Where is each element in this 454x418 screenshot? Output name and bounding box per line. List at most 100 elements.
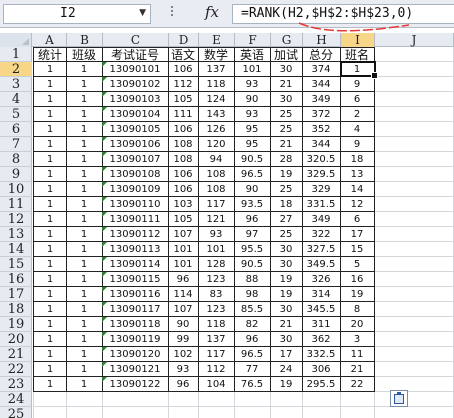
table-cell[interactable]: 362 [302, 332, 341, 347]
table-cell[interactable]: 24 [270, 362, 303, 377]
header-cell[interactable]: 语文 [168, 47, 199, 62]
table-cell[interactable]: 352 [302, 122, 341, 137]
worksheet-grid[interactable]: 统计 班级 考试证号 语文 数学 英语 加试 总分 班名 1 1 13090101 106 137 101 3… [33, 47, 454, 418]
chevron-down-icon[interactable]: ▼ [139, 8, 146, 18]
table-cell[interactable]: 106 [168, 62, 199, 77]
table-cell[interactable]: 13090118 [102, 317, 169, 332]
table-cell[interactable]: 90 [234, 182, 271, 197]
column-header-i[interactable]: I [341, 33, 375, 47]
table-cell[interactable]: 19 [270, 287, 303, 302]
table-cell[interactable]: 21 [270, 77, 303, 92]
table-cell[interactable]: 95 [234, 137, 271, 152]
row-header-13[interactable]: 13 [0, 227, 32, 242]
table-cell[interactable]: 1 [33, 242, 67, 257]
table-cell[interactable]: 111 [168, 107, 199, 122]
table-cell[interactable]: 306 [302, 362, 341, 377]
header-cell[interactable]: 英语 [234, 47, 271, 62]
table-cell[interactable]: 1 [66, 302, 103, 317]
table-cell[interactable]: 1 [66, 332, 103, 347]
table-cell[interactable]: 93 [198, 227, 235, 242]
table-cell[interactable]: 17 [340, 227, 375, 242]
table-cell[interactable]: 9 [340, 77, 375, 92]
column-header-f[interactable]: F [235, 33, 271, 47]
table-cell[interactable]: 13090121 [102, 362, 169, 377]
table-cell[interactable]: 98 [234, 287, 271, 302]
table-cell[interactable]: 76.5 [234, 377, 271, 392]
table-cell[interactable]: 19 [270, 377, 303, 392]
table-cell[interactable]: 30 [270, 302, 303, 317]
table-cell[interactable]: 322 [302, 227, 341, 242]
table-cell[interactable]: 311 [302, 317, 341, 332]
table-cell[interactable]: 82 [234, 317, 271, 332]
table-cell[interactable]: 106 [168, 182, 199, 197]
table-cell[interactable]: 1 [66, 182, 103, 197]
table-cell[interactable]: 30 [270, 257, 303, 272]
header-cell[interactable]: 统计 [33, 47, 67, 62]
table-cell[interactable]: 90 [168, 317, 199, 332]
table-cell[interactable]: 121 [198, 212, 235, 227]
table-cell[interactable]: 1 [33, 167, 67, 182]
table-cell[interactable]: 101 [234, 62, 271, 77]
table-cell[interactable]: 314 [302, 287, 341, 302]
table-cell[interactable]: 13090109 [102, 182, 169, 197]
table-cell[interactable]: 1 [66, 362, 103, 377]
table-cell[interactable]: 13090116 [102, 287, 169, 302]
table-cell[interactable]: 1 [33, 122, 67, 137]
table-cell[interactable]: 88 [234, 272, 271, 287]
table-cell[interactable]: 97 [234, 227, 271, 242]
row-header-10[interactable]: 10 [0, 182, 32, 197]
table-cell[interactable]: 13090119 [102, 332, 169, 347]
table-cell[interactable]: 108 [168, 137, 199, 152]
column-header-d[interactable]: D [169, 33, 199, 47]
row-header-20[interactable]: 20 [0, 332, 32, 347]
column-header-e[interactable]: E [199, 33, 235, 47]
table-cell[interactable]: 1 [66, 167, 103, 182]
table-cell[interactable]: 17 [270, 347, 303, 362]
table-cell[interactable]: 108 [198, 182, 235, 197]
table-cell[interactable]: 96.5 [234, 167, 271, 182]
table-cell[interactable]: 90 [234, 92, 271, 107]
table-cell[interactable]: 105 [168, 212, 199, 227]
table-cell[interactable]: 1 [33, 137, 67, 152]
table-cell[interactable]: 13090122 [102, 377, 169, 392]
table-cell[interactable]: 96 [168, 377, 199, 392]
table-cell[interactable]: 6 [340, 92, 375, 107]
table-cell[interactable]: 1 [33, 347, 67, 362]
table-cell[interactable]: 30 [270, 242, 303, 257]
table-cell[interactable]: 22 [340, 377, 375, 392]
table-cell[interactable]: 30 [270, 62, 303, 77]
table-cell[interactable]: 106 [168, 167, 199, 182]
table-cell[interactable]: 295.5 [302, 377, 341, 392]
table-cell[interactable]: 13090110 [102, 197, 169, 212]
table-cell[interactable]: 13 [340, 167, 375, 182]
table-cell[interactable]: 93 [234, 107, 271, 122]
table-cell[interactable]: 329 [302, 182, 341, 197]
table-cell[interactable]: 94 [198, 152, 235, 167]
table-cell[interactable]: 101 [168, 242, 199, 257]
row-header-25[interactable]: 25 [0, 407, 32, 418]
header-cell[interactable]: 总分 [302, 47, 341, 62]
table-cell[interactable]: 1 [66, 152, 103, 167]
row-header-5[interactable]: 5 [0, 107, 32, 122]
table-cell[interactable]: 1 [33, 92, 67, 107]
table-cell[interactable]: 90.5 [234, 152, 271, 167]
table-cell[interactable]: 137 [198, 332, 235, 347]
table-cell[interactable]: 372 [302, 107, 341, 122]
select-all-button[interactable] [0, 33, 32, 47]
table-cell[interactable]: 19 [270, 167, 303, 182]
table-cell[interactable]: 1 [33, 212, 67, 227]
table-cell[interactable]: 93 [234, 77, 271, 92]
table-cell[interactable]: 13090108 [102, 167, 169, 182]
table-cell[interactable]: 25 [270, 227, 303, 242]
table-cell[interactable]: 123 [198, 302, 235, 317]
table-cell[interactable]: 12 [340, 197, 375, 212]
table-cell[interactable]: 95.5 [234, 242, 271, 257]
table-cell[interactable]: 85.5 [234, 302, 271, 317]
table-cell[interactable]: 128 [198, 257, 235, 272]
table-cell[interactable]: 106 [168, 122, 199, 137]
table-cell[interactable]: 143 [198, 107, 235, 122]
table-cell[interactable]: 1 [33, 62, 67, 77]
table-cell[interactable]: 1 [66, 62, 103, 77]
table-cell[interactable]: 9 [340, 137, 375, 152]
table-cell[interactable]: 1 [33, 362, 67, 377]
